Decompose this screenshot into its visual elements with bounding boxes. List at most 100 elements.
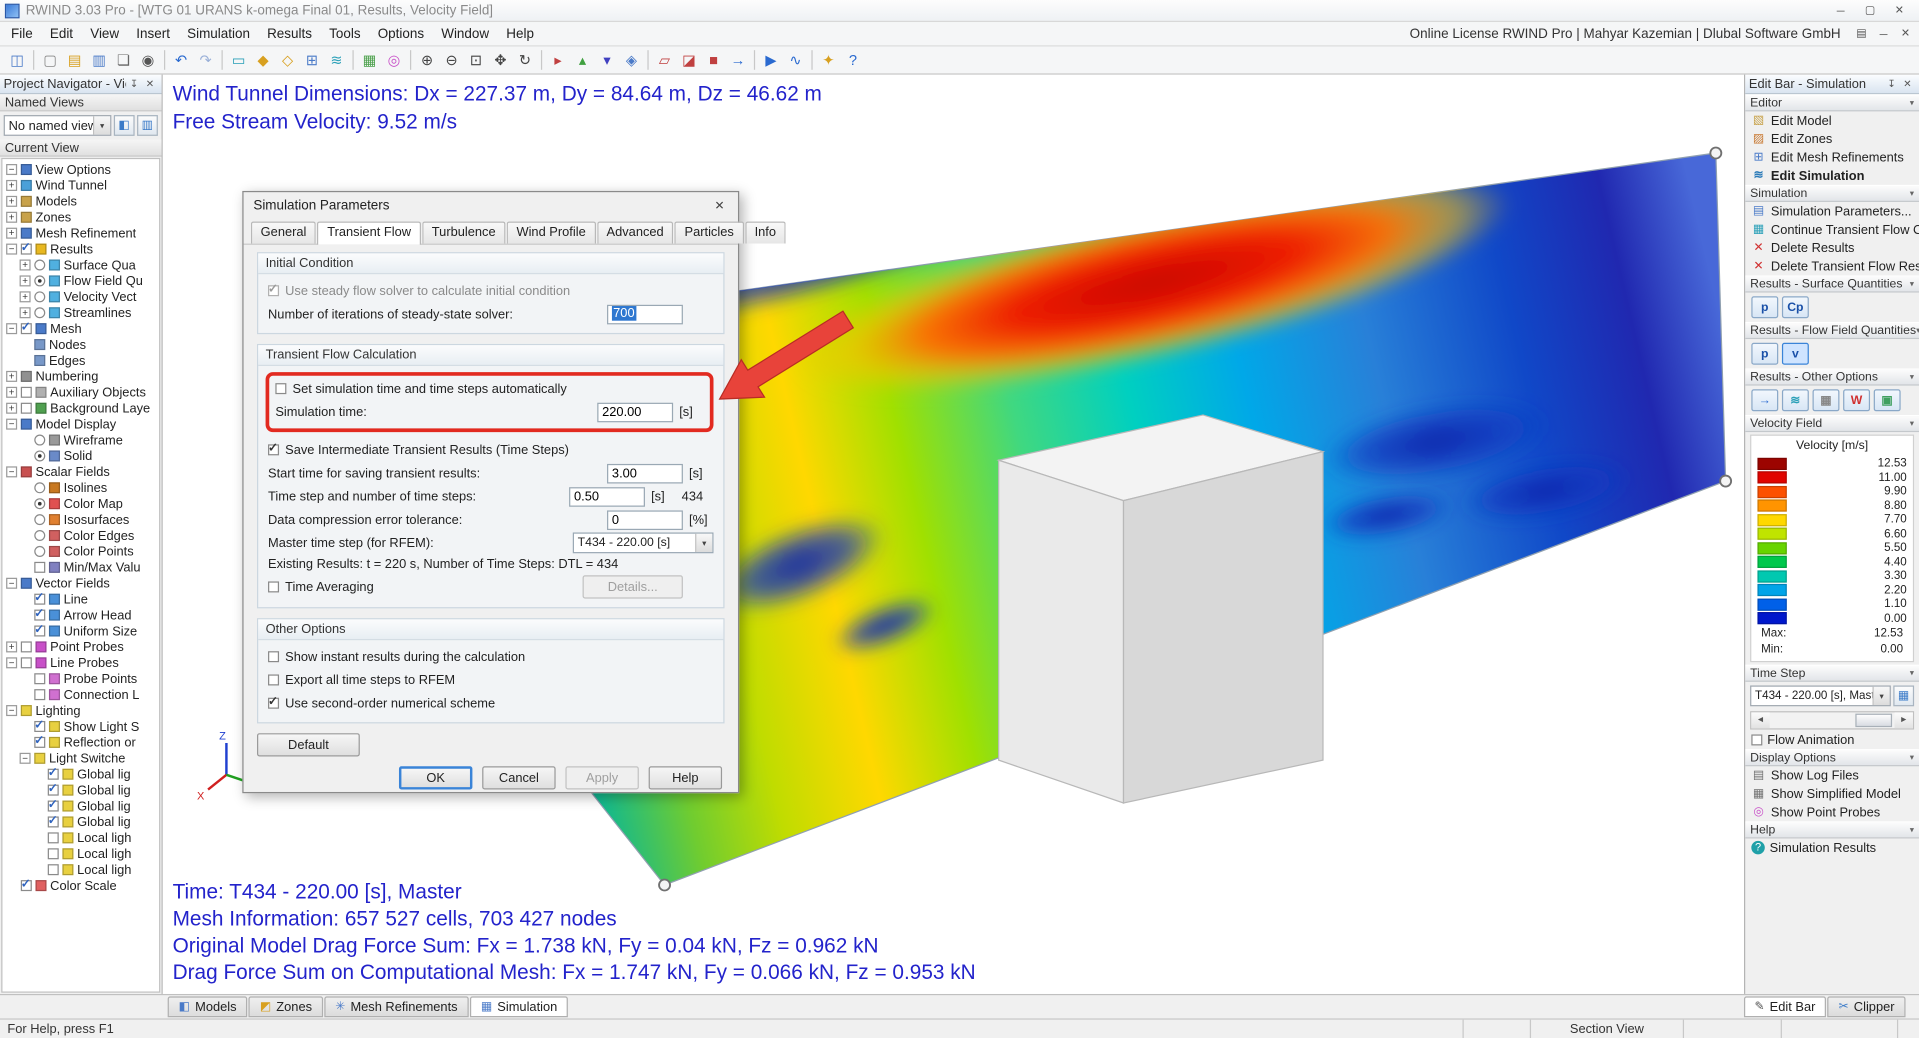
toolbar-button-clipping-box[interactable]: ◪ <box>677 48 701 71</box>
menu-window[interactable]: Window <box>433 24 498 44</box>
help-button[interactable]: Help <box>649 766 722 789</box>
tree-checkbox[interactable] <box>34 721 45 732</box>
editbar-simulation-parameters[interactable]: ▤Simulation Parameters... <box>1745 202 1919 220</box>
tree-checkbox[interactable] <box>48 848 59 859</box>
time-step-table-button[interactable]: ▦ <box>1893 685 1914 706</box>
tree-radio[interactable] <box>34 514 45 525</box>
simulation-time-input[interactable] <box>597 402 673 422</box>
editbar-delete-results[interactable]: ✕Delete Results <box>1745 239 1919 257</box>
view-tab-mesh-refinements[interactable]: ✳Mesh Refinements <box>324 996 468 1017</box>
toolbar-button-pan[interactable]: ✥ <box>488 48 512 71</box>
tree-item-min-max-valu-25[interactable]: Min/Max Valu <box>2 559 159 575</box>
expand-icon[interactable]: + <box>6 403 17 414</box>
default-button[interactable]: Default <box>257 733 360 756</box>
scroll-left-icon[interactable]: ◄ <box>1751 712 1769 728</box>
tree-item-arrow-head-28[interactable]: Arrow Head <box>2 607 159 623</box>
menu-insert[interactable]: Insert <box>128 24 179 44</box>
tree-item-wireframe-17[interactable]: Wireframe <box>2 432 159 448</box>
section-help[interactable]: Help▾ <box>1745 821 1919 838</box>
tree-item-line-probes-31[interactable]: −Line Probes <box>2 655 159 671</box>
toolbar-button-view-y[interactable]: ▴ <box>570 48 594 71</box>
new-named-view-button[interactable]: ▥ <box>137 115 158 136</box>
checkbox[interactable] <box>268 698 279 709</box>
auto-time-steps-checkbox[interactable] <box>275 383 286 394</box>
resize-grip[interactable] <box>1897 1020 1919 1038</box>
close-button[interactable]: ✕ <box>1885 1 1914 21</box>
tree-item-view-options-0[interactable]: −View Options <box>2 162 159 178</box>
print-preview-icon[interactable]: ▤ <box>1850 24 1872 42</box>
tree-checkbox[interactable] <box>34 610 45 621</box>
mdi-close-button[interactable]: ✕ <box>1895 24 1917 42</box>
toolbar-button-view-z[interactable]: ▾ <box>595 48 619 71</box>
results-option-result-table[interactable]: ▣ <box>1874 389 1901 411</box>
editbar-continue-transient-flow-cal[interactable]: ▦Continue Transient Flow Cal... <box>1745 220 1919 238</box>
tree-item-nodes-11[interactable]: Nodes <box>2 337 159 353</box>
toolbar-button-settings[interactable]: ✦ <box>816 48 840 71</box>
toolbar-button-section-plane[interactable]: ▱ <box>652 48 676 71</box>
tree-item-model-display-16[interactable]: −Model Display <box>2 416 159 432</box>
toolbar-button-probes[interactable]: ◎ <box>382 48 406 71</box>
edit-bar-close-icon[interactable]: ✕ <box>1899 77 1915 92</box>
dialog-tab-advanced[interactable]: Advanced <box>597 222 674 244</box>
expand-icon[interactable]: + <box>6 212 17 223</box>
tree-checkbox[interactable] <box>21 244 32 255</box>
tree-item-mesh-refinement-4[interactable]: +Mesh Refinement <box>2 225 159 241</box>
toolbar-button-model[interactable]: ◆ <box>251 48 275 71</box>
time-step-scrollbar[interactable]: ◄ ► <box>1750 711 1914 729</box>
expand-icon[interactable]: + <box>6 180 17 191</box>
tree-radio[interactable] <box>34 291 45 302</box>
results-option-export-results[interactable]: → <box>1751 389 1778 411</box>
tree-radio[interactable] <box>34 450 45 461</box>
minimize-button[interactable]: ─ <box>1826 1 1855 21</box>
results-option-result-report[interactable]: W <box>1843 389 1870 411</box>
dialog-tab-info[interactable]: Info <box>745 222 786 244</box>
menu-results[interactable]: Results <box>259 24 321 44</box>
tree-item-color-scale-45[interactable]: Color Scale <box>2 878 159 894</box>
steady-solver-checkbox[interactable] <box>268 285 279 296</box>
tree-item-local-ligh-43[interactable]: Local ligh <box>2 846 159 862</box>
tree-item-line-27[interactable]: Line <box>2 591 159 607</box>
dialog-tab-transient-flow[interactable]: Transient Flow <box>317 222 420 245</box>
panel-tab-edit-bar[interactable]: ✎Edit Bar <box>1743 996 1826 1017</box>
toolbar-button-project-navigator[interactable]: ◫ <box>5 48 29 71</box>
tree-item-models-2[interactable]: +Models <box>2 193 159 209</box>
checkbox[interactable] <box>268 651 279 662</box>
toolbar-button-wind-tunnel[interactable]: ▭ <box>226 48 250 71</box>
view-tab-simulation[interactable]: ▦Simulation <box>470 996 569 1017</box>
tree-item-edges-12[interactable]: Edges <box>2 353 159 369</box>
dialog-close-icon[interactable]: ✕ <box>701 195 738 217</box>
menu-view[interactable]: View <box>82 24 128 44</box>
navigator-close-icon[interactable]: ✕ <box>142 77 158 92</box>
tree-radio[interactable] <box>34 307 45 318</box>
tree-item-results-5[interactable]: −Results <box>2 241 159 257</box>
tree-item-color-map-21[interactable]: Color Map <box>2 496 159 512</box>
tree-item-streamlines-9[interactable]: +Streamlines <box>2 305 159 321</box>
toolbar-button-vector-results[interactable]: → <box>726 48 750 71</box>
expand-icon[interactable]: + <box>20 260 31 271</box>
toolbar-button-view-x[interactable]: ▸ <box>546 48 570 71</box>
tree-checkbox[interactable] <box>21 323 32 334</box>
display-show-point-probes[interactable]: ◎Show Point Probes <box>1745 803 1919 821</box>
menu-help[interactable]: Help <box>498 24 543 44</box>
collapse-icon[interactable]: − <box>6 323 17 334</box>
collapse-icon[interactable]: − <box>6 164 17 175</box>
checkbox[interactable] <box>268 674 279 685</box>
dialog-tab-particles[interactable]: Particles <box>675 222 744 244</box>
tolerance-input[interactable] <box>607 510 683 530</box>
surface-cp-button[interactable]: Cp <box>1782 296 1809 318</box>
tree-item-scalar-fields-19[interactable]: −Scalar Fields <box>2 464 159 480</box>
section-time-step[interactable]: Time Step▾ <box>1745 665 1919 682</box>
tree-checkbox[interactable] <box>21 387 32 398</box>
toolbar-button-open-project[interactable]: ▤ <box>62 48 86 71</box>
edit-bar-pin-icon[interactable]: ↧ <box>1884 77 1900 92</box>
master-time-step-dropdown[interactable]: T434 - 220.00 [s] ▾ <box>573 532 714 553</box>
toolbar-button-save-project[interactable]: ▥ <box>87 48 111 71</box>
menu-file[interactable]: File <box>2 24 41 44</box>
toolbar-button-isometric-view[interactable]: ◈ <box>619 48 643 71</box>
tree-item-color-edges-23[interactable]: Color Edges <box>2 528 159 544</box>
toolbar-button-zoom-in[interactable]: ⊕ <box>415 48 439 71</box>
start-time-input[interactable] <box>607 463 683 483</box>
named-views-dropdown[interactable]: No named view ▾ <box>4 115 112 136</box>
toolbar-button-zoom-window[interactable]: ⊡ <box>464 48 488 71</box>
tree-checkbox[interactable] <box>48 785 59 796</box>
